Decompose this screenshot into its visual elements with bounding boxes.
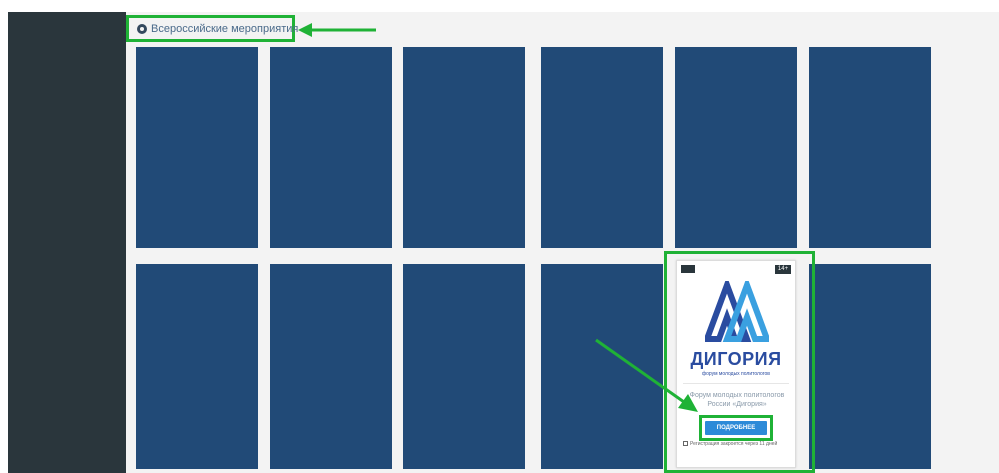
section-title: Всероссийские мероприятия: [151, 22, 299, 35]
sidebar: [8, 12, 126, 473]
event-card[interactable]: [270, 47, 392, 248]
age-badge: 14+: [775, 265, 791, 274]
event-card[interactable]: [809, 47, 931, 248]
globe-icon: [137, 23, 147, 34]
event-card[interactable]: [136, 47, 258, 248]
annotation-arrow-diagonal: [595, 338, 698, 412]
event-card[interactable]: [136, 264, 258, 469]
flag-icon: [681, 265, 695, 273]
registration-text: Регистрация закроется через 11 дней: [690, 441, 778, 447]
annotation-arrow-left: [298, 23, 376, 37]
event-card[interactable]: [675, 47, 797, 248]
section-header[interactable]: Всероссийские мероприятия: [126, 15, 299, 42]
digoria-logo: [705, 281, 769, 342]
details-button[interactable]: ПОДРОБНЕЕ: [705, 421, 767, 435]
event-card[interactable]: [809, 264, 931, 469]
event-card[interactable]: [541, 47, 663, 248]
event-card[interactable]: [270, 264, 392, 469]
calendar-icon: [683, 441, 688, 447]
event-card[interactable]: [403, 264, 525, 469]
event-card[interactable]: [403, 47, 525, 248]
registration-info: Регистрация закроется через 11 дней: [683, 441, 791, 448]
event-title[interactable]: Форум молодых политологов России «Дигори…: [687, 391, 787, 409]
